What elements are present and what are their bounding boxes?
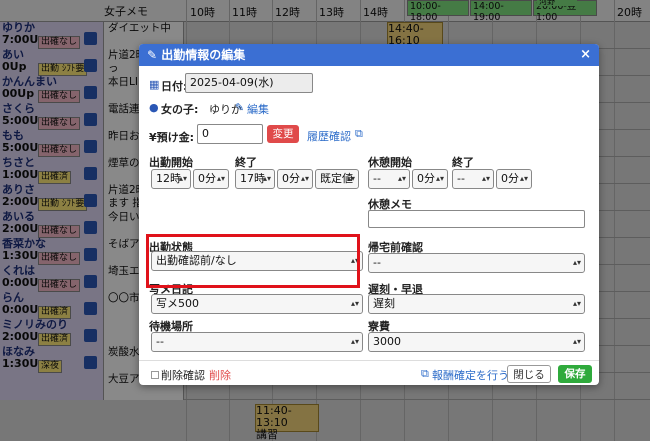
photo-diary-select[interactable]: 写メ500 ▴▾ (151, 294, 363, 314)
dialog-header: ✎ 出勤情報の編集 × (139, 44, 599, 66)
delete-confirm-label: 削除確認 (161, 369, 205, 382)
break-end-label: 終了 (452, 156, 474, 169)
end-minute-select[interactable]: 0分 ▴▾ (277, 169, 313, 189)
select-value: 3000 (373, 335, 401, 348)
end-label: 終了 (235, 156, 257, 169)
deposit-label: ¥預け金: (149, 131, 195, 144)
dialog-title: 出勤情報の編集 (161, 48, 246, 62)
break-end-hour-select[interactable]: -- ▴▾ (452, 169, 494, 189)
chevron-updown-icon: ▴▾ (350, 337, 359, 346)
chevron-updown-icon: ▴▾ (481, 174, 490, 183)
change-button[interactable]: 変更 (267, 125, 299, 143)
select-value: -- (373, 172, 381, 185)
wait-place-select[interactable]: -- ▴▾ (151, 332, 363, 352)
deposit-input[interactable]: 0 (197, 124, 263, 144)
select-value: 0分 (198, 172, 216, 185)
chevron-updown-icon: ▴▾ (572, 258, 581, 267)
dorm-fee-select[interactable]: 3000 ▴▾ (368, 332, 585, 352)
confirm-reward-link[interactable]: 報酬確定を行う (432, 367, 509, 383)
break-start-label: 休憩開始 (368, 156, 412, 169)
users-icon: ● (149, 101, 159, 114)
break-start-hour-select[interactable]: -- ▴▾ (368, 169, 410, 189)
select-value: -- (457, 172, 465, 185)
end-default-select[interactable]: 既定値 ▴▾ (315, 169, 359, 189)
chevron-updown-icon: ▴▾ (435, 174, 444, 183)
chevron-updown-icon: ▴▾ (350, 299, 359, 308)
status-highlight-box (146, 234, 360, 288)
close-icon[interactable]: × (580, 44, 591, 66)
chevron-updown-icon: ▴▾ (300, 174, 309, 183)
select-value: 0分 (282, 172, 300, 185)
chevron-updown-icon: ▴▾ (216, 174, 225, 183)
pencil-icon[interactable]: ✎ (235, 101, 244, 114)
end-hour-select[interactable]: 17時 ▴▾ (235, 169, 275, 189)
external-link-icon[interactable]: ⧉ (421, 367, 429, 381)
start-hour-select[interactable]: 12時 ▴▾ (151, 169, 191, 189)
select-value: -- (373, 256, 381, 269)
start-label: 出勤開始 (149, 156, 193, 169)
select-value: 写メ500 (156, 297, 199, 310)
edit-girl-link[interactable]: 編集 (247, 101, 269, 117)
select-value: 0分 (501, 172, 519, 185)
edit-icon: ✎ (147, 48, 158, 62)
calendar-icon: ▦ (149, 78, 160, 91)
select-value: 17時 (240, 172, 265, 185)
girl-label: 女の子: (161, 103, 199, 116)
delete-link[interactable]: 削除 (209, 367, 231, 383)
chevron-updown-icon: ▴▾ (572, 299, 581, 308)
break-memo-textarea[interactable] (368, 210, 585, 228)
return-check-select[interactable]: -- ▴▾ (368, 253, 585, 273)
date-label: 日付: (161, 80, 188, 93)
select-value: 12時 (156, 172, 181, 185)
chevron-updown-icon: ▴▾ (346, 174, 355, 183)
external-link-icon[interactable]: ⧉ (355, 127, 363, 141)
break-start-minute-select[interactable]: 0分 ▴▾ (412, 169, 448, 189)
chevron-updown-icon: ▴▾ (572, 337, 581, 346)
edit-attendance-dialog: ✎ 出勤情報の編集 × ▦ 日付: 2025-04-09(水) ● 女の子: ゆ… (139, 44, 599, 385)
delete-confirm-checkbox[interactable] (151, 371, 159, 379)
break-end-minute-select[interactable]: 0分 ▴▾ (496, 169, 532, 189)
select-value: -- (156, 335, 164, 348)
select-value: 0分 (417, 172, 435, 185)
date-field[interactable]: 2025-04-09(水) (185, 73, 313, 93)
save-button[interactable]: 保存 (558, 365, 592, 383)
history-link[interactable]: 履歴確認 (307, 128, 351, 144)
chevron-updown-icon: ▴▾ (519, 174, 528, 183)
late-select[interactable]: 遅刻 ▴▾ (368, 294, 585, 314)
chevron-updown-icon: ▴▾ (262, 174, 271, 183)
chevron-updown-icon: ▴▾ (397, 174, 406, 183)
close-button[interactable]: 閉じる (507, 365, 551, 383)
start-minute-select[interactable]: 0分 ▴▾ (193, 169, 229, 189)
chevron-updown-icon: ▴▾ (178, 174, 187, 183)
select-value: 遅刻 (373, 297, 395, 310)
